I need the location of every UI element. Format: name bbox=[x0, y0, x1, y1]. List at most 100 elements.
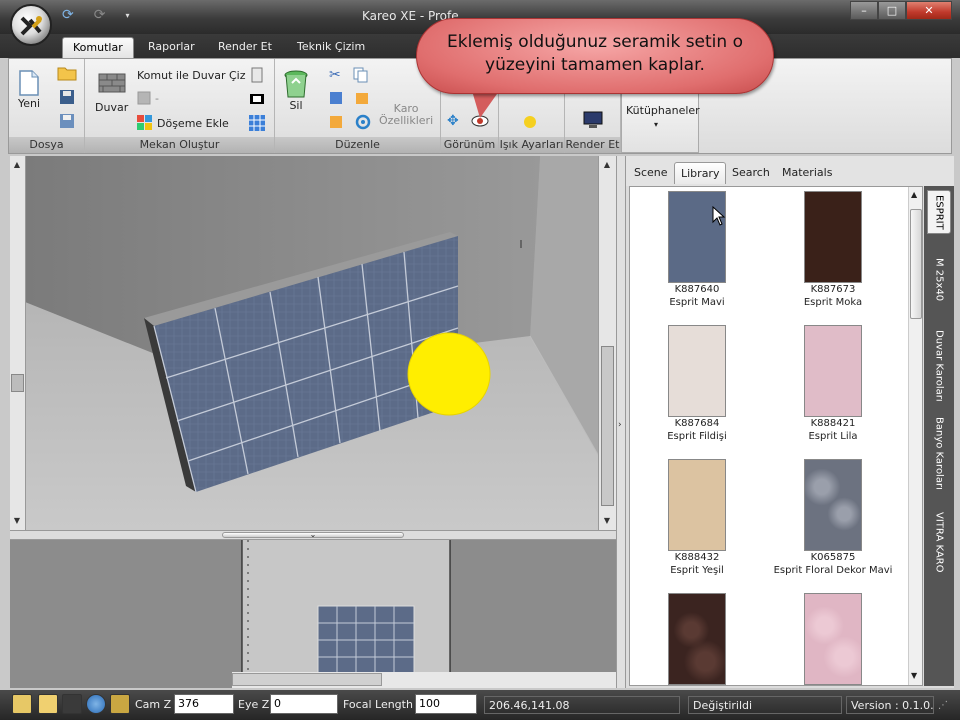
wall-icon bbox=[98, 73, 126, 93]
scroll-down-arrow-icon[interactable]: ▼ bbox=[600, 514, 614, 528]
library-scrollbar[interactable]: ▲ ▼ bbox=[908, 187, 922, 685]
black-frame-icon[interactable] bbox=[249, 93, 265, 105]
new-document-icon bbox=[19, 70, 39, 96]
scroll-up-arrow-icon[interactable]: ▲ bbox=[10, 158, 24, 172]
cam-z-input[interactable]: 376 bbox=[174, 694, 234, 714]
plan-scroll-thumb[interactable] bbox=[232, 673, 382, 686]
tile-item[interactable] bbox=[632, 593, 762, 685]
karo-ozellikleri-button[interactable]: Karo Özellikleri bbox=[379, 103, 433, 127]
sil-button[interactable]: Sil bbox=[283, 69, 309, 112]
paste-icon[interactable] bbox=[355, 91, 369, 105]
tile-code: K065875 bbox=[810, 552, 856, 563]
blue-page-icon[interactable] bbox=[329, 91, 343, 105]
tile-item[interactable]: K887684 Esprit Fildişi bbox=[632, 325, 762, 443]
quick-access-toolbar: ⟳ ⟳ ▾ bbox=[62, 7, 129, 23]
light-bulb-icon[interactable] bbox=[523, 115, 537, 129]
floor-tiles-icon bbox=[137, 115, 152, 130]
tile-code: K887684 bbox=[674, 418, 720, 429]
tile-code: K888421 bbox=[810, 418, 856, 429]
disabled-tool-button[interactable]: - bbox=[137, 91, 159, 105]
panel-splitter[interactable]: › bbox=[616, 156, 626, 688]
tile-item[interactable] bbox=[768, 593, 898, 685]
refresh-icon[interactable]: ⟳ bbox=[62, 7, 74, 23]
tile-item[interactable]: K887640 Esprit Mavi bbox=[632, 191, 762, 309]
right-scrollbar[interactable]: ▲ ▼ bbox=[598, 156, 616, 530]
side-tab-esprit[interactable]: ESPRIT bbox=[927, 190, 951, 234]
gear-icon[interactable] bbox=[355, 114, 371, 130]
status-bar: Cam Z 376 Eye Z 0 Focal Length 100 206.4… bbox=[0, 690, 960, 720]
cut-icon[interactable]: ✂ bbox=[329, 67, 341, 83]
tile-name: Esprit Lila bbox=[808, 431, 858, 442]
komut-ile-duvar-button[interactable]: Komut ile Duvar Çiz bbox=[137, 67, 264, 83]
tab-teknik-cizim[interactable]: Teknik Çizim bbox=[287, 37, 375, 58]
mouse-pointer-icon bbox=[712, 206, 726, 226]
tab-search[interactable]: Search bbox=[726, 162, 776, 184]
tab-materials[interactable]: Materials bbox=[776, 162, 838, 184]
3d-viewport[interactable] bbox=[10, 156, 616, 528]
close-button[interactable]: ✕ bbox=[906, 1, 952, 20]
resize-grip-icon[interactable]: ⋰ bbox=[938, 700, 952, 714]
tab-library[interactable]: Library bbox=[674, 162, 727, 184]
application-window: ⟳ ⟳ ▾ Kareo XE - Profe – □ ✕ Komutlar Ra… bbox=[0, 0, 960, 720]
tab-render-et[interactable]: Render Et bbox=[208, 37, 282, 58]
focal-length-label: Focal Length bbox=[343, 698, 413, 711]
duvar-label: Duvar bbox=[95, 101, 129, 114]
splitter-handle[interactable]: ⌄ bbox=[222, 531, 404, 539]
tile-item[interactable]: K888421 Esprit Lila bbox=[768, 325, 898, 443]
scroll-up-arrow-icon[interactable]: ▲ bbox=[600, 158, 614, 172]
tutorial-callout: Eklemiş olduğunuz seramik setin o yüzeyi… bbox=[416, 18, 774, 94]
app-logo-icon[interactable] bbox=[10, 4, 52, 46]
right-scroll-thumb[interactable] bbox=[601, 346, 614, 506]
focal-length-input[interactable]: 100 bbox=[415, 694, 477, 714]
library-scroll-thumb[interactable] bbox=[910, 209, 922, 319]
tile-swatch bbox=[804, 593, 862, 685]
tile-item[interactable]: K065875 Esprit Floral Dekor Mavi bbox=[768, 459, 898, 577]
tile-swatch bbox=[804, 459, 862, 551]
maximize-button[interactable]: □ bbox=[878, 1, 906, 20]
snap-toggle-icon[interactable] bbox=[38, 694, 58, 714]
grid-toggle-icon[interactable] bbox=[12, 694, 32, 714]
doseme-ekle-button[interactable]: Döşeme Ekle bbox=[137, 115, 229, 131]
orange-box-icon[interactable] bbox=[329, 115, 343, 129]
minimize-button[interactable]: – bbox=[850, 1, 878, 20]
kutuphaneler-button[interactable]: Kütüphaneler ▾ bbox=[621, 87, 700, 153]
tile-item[interactable]: K887673 Esprit Moka bbox=[768, 191, 898, 309]
new-button[interactable]: Yeni bbox=[17, 69, 41, 110]
category-side-tabs: ESPRIT M 25x40 Duvar Karoları Banyo Karo… bbox=[924, 186, 954, 686]
save-icon[interactable] bbox=[59, 89, 75, 105]
library-panel: Scene Library Search Materials K887640 E… bbox=[626, 156, 954, 688]
side-tab-vitra-karo[interactable]: VITRA KARO bbox=[927, 500, 951, 584]
tile-swatch bbox=[668, 459, 726, 551]
move-icon[interactable]: ✥ bbox=[447, 113, 459, 129]
scroll-down-arrow-icon[interactable]: ▼ bbox=[911, 671, 917, 680]
left-scroll-thumb[interactable] bbox=[11, 374, 24, 392]
plan-horizontal-scrollbar[interactable] bbox=[232, 672, 616, 688]
viewport-splitter[interactable]: ⌄ bbox=[10, 530, 616, 540]
save-as-icon[interactable] bbox=[59, 113, 75, 129]
grid-icon[interactable] bbox=[249, 115, 265, 131]
side-tab-duvar-karolari[interactable]: Duvar Karoları bbox=[927, 320, 951, 412]
wall-command-icon bbox=[251, 67, 262, 83]
camera-icon[interactable] bbox=[110, 694, 130, 714]
scroll-up-arrow-icon[interactable]: ▲ bbox=[911, 190, 917, 199]
tile-item[interactable]: K888432 Esprit Yeşil bbox=[632, 459, 762, 577]
open-folder-icon[interactable] bbox=[57, 65, 77, 81]
render-monitor-icon[interactable] bbox=[583, 111, 603, 129]
side-tab-banyo-karolari[interactable]: Banyo Karoları bbox=[927, 406, 951, 500]
chevron-down-icon: ▾ bbox=[654, 120, 659, 129]
scroll-down-arrow-icon[interactable]: ▼ bbox=[10, 514, 24, 528]
view-mode-icon[interactable] bbox=[62, 694, 82, 714]
settings-gear-icon[interactable] bbox=[86, 694, 106, 714]
2d-plan-view[interactable] bbox=[10, 540, 616, 688]
copy-icon[interactable] bbox=[353, 67, 369, 83]
tab-scene[interactable]: Scene bbox=[628, 162, 674, 184]
side-tab-m-25x40[interactable]: M 25x40 bbox=[927, 242, 951, 318]
duvar-button[interactable]: Duvar bbox=[95, 71, 128, 114]
left-scrollbar[interactable]: ▲ ▼ bbox=[10, 156, 26, 530]
tab-raporlar[interactable]: Raporlar bbox=[138, 37, 205, 58]
redo-icon[interactable]: ⟳ bbox=[94, 7, 106, 23]
tab-komutlar[interactable]: Komutlar bbox=[62, 37, 134, 58]
light-source-sphere[interactable] bbox=[407, 332, 491, 416]
eye-z-input[interactable]: 0 bbox=[270, 694, 338, 714]
dropdown-icon[interactable]: ▾ bbox=[125, 11, 129, 20]
